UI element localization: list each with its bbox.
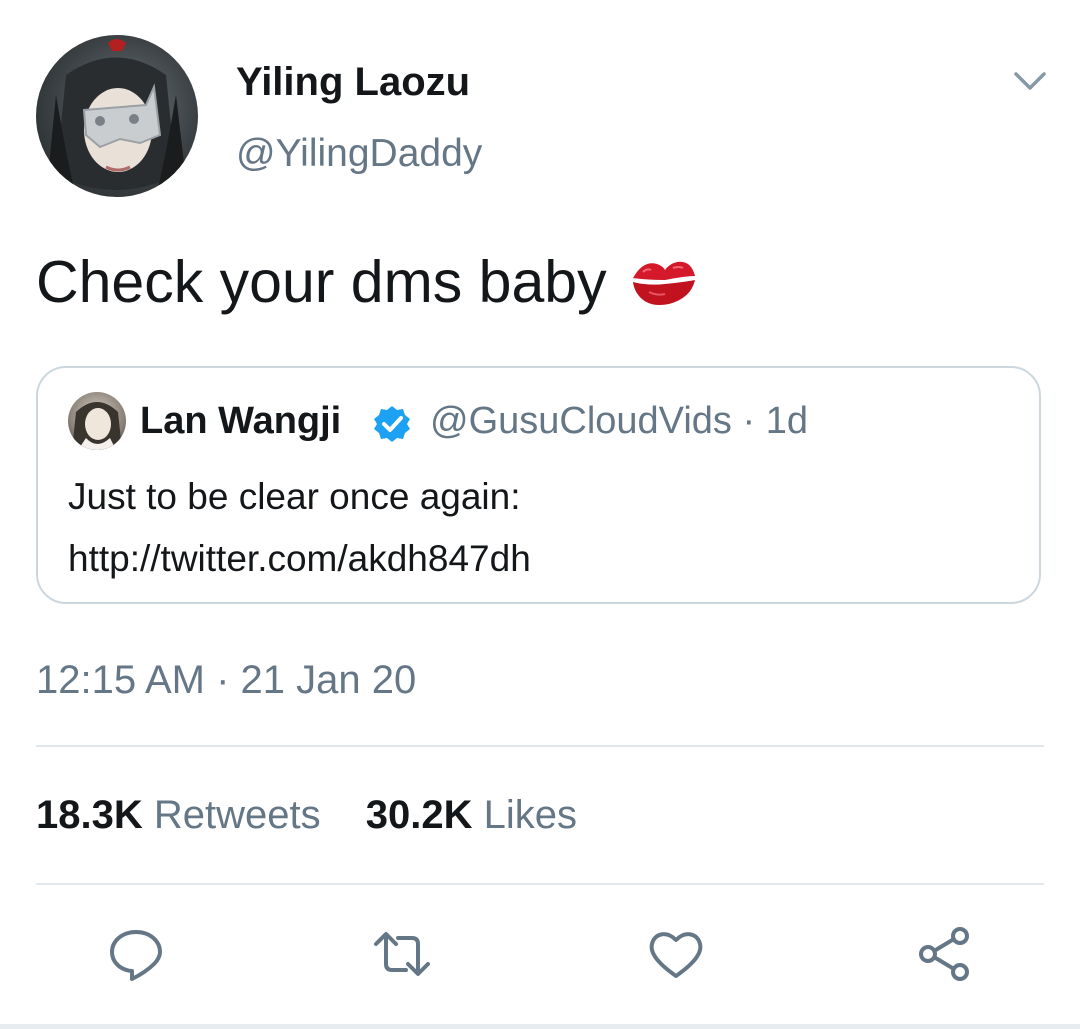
reply-icon[interactable] (106, 924, 166, 984)
verified-badge-icon (372, 404, 412, 444)
engagement-stats: 18.3K Retweets 30.2K Likes (36, 791, 611, 839)
author-handle[interactable]: @YilingDaddy (236, 130, 482, 178)
tweet-text: Check your dms baby (36, 246, 699, 318)
divider (36, 745, 1044, 747)
author-avatar[interactable] (36, 35, 198, 197)
divider (36, 883, 1044, 885)
share-icon[interactable] (914, 924, 974, 984)
retweets-label: Retweets (153, 793, 321, 837)
retweets-count: 18.3K (36, 793, 143, 837)
quoted-author-avatar (68, 392, 126, 450)
likes-label: Likes (483, 793, 578, 837)
tweet-detail: Yiling Laozu @YilingDaddy Check your dms… (0, 0, 1080, 1029)
quoted-author-name: Lan Wangji (140, 400, 342, 442)
tweet-text-content: Check your dms baby (36, 249, 607, 315)
likes-stat[interactable]: 30.2K Likes (366, 791, 577, 839)
likes-count: 30.2K (365, 793, 473, 837)
bottom-border (0, 1024, 1080, 1029)
quoted-text-line-1: Just to be clear once again: (68, 476, 521, 517)
chevron-down-icon[interactable] (1010, 62, 1050, 102)
quoted-tweet-text: Just to be clear once again: http://twit… (68, 466, 531, 590)
tweet-timestamp: 12:15 AM · 21 Jan 20 (36, 658, 417, 702)
like-icon[interactable] (646, 924, 706, 984)
quoted-handle-and-time: @GusuCloudVids · 1d (430, 400, 808, 442)
quoted-tweet[interactable]: Lan Wangji @GusuCloudVids · 1d Just to b… (36, 366, 1041, 604)
author-display-name[interactable]: Yiling Laozu (236, 58, 470, 106)
kiss-mark-icon (629, 252, 699, 312)
retweet-icon[interactable] (372, 924, 432, 984)
quoted-text-link[interactable]: http://twitter.com/akdh847dh (68, 528, 531, 590)
retweets-stat[interactable]: 18.3K Retweets (36, 791, 321, 839)
